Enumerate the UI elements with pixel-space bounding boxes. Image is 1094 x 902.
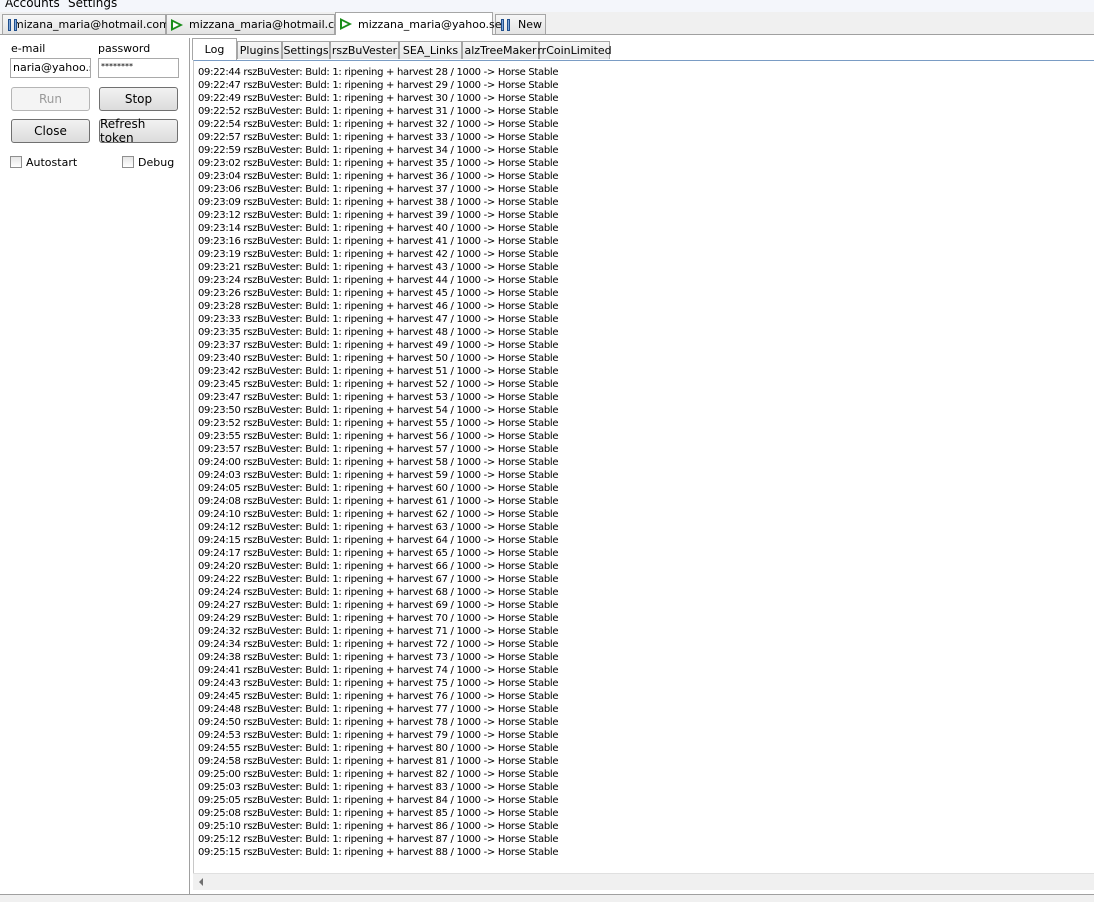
account-tab-mizzana-yahoo[interactable]: mizzana_maria@yahoo.se — [335, 12, 502, 35]
account-tab-label: mizzana_maria@hotmail.com — [189, 18, 352, 31]
log-line: 09:23:35 rszBuVester: Buld: 1: ripening … — [198, 327, 559, 338]
log-line: 09:22:44 rszBuVester: Buld: 1: ripening … — [198, 67, 559, 78]
log-line: 09:23:06 rszBuVester: Buld: 1: ripening … — [198, 184, 559, 195]
tab-plugins[interactable]: Plugins — [237, 41, 282, 59]
log-line: 09:24:58 rszBuVester: Buld: 1: ripening … — [198, 756, 559, 767]
log-line: 09:25:05 rszBuVester: Buld: 1: ripening … — [198, 795, 559, 806]
log-line: 09:24:20 rszBuVester: Buld: 1: ripening … — [198, 561, 559, 572]
log-line: 09:23:26 rszBuVester: Buld: 1: ripening … — [198, 288, 559, 299]
debug-label: Debug — [138, 156, 175, 169]
log-line: 09:22:52 rszBuVester: Buld: 1: ripening … — [198, 106, 559, 117]
run-button[interactable]: Run — [11, 87, 90, 111]
log-line: 09:24:10 rszBuVester: Buld: 1: ripening … — [198, 509, 559, 520]
account-tab-mizana-hotmail[interactable]: mizana_maria@hotmail.com — [2, 14, 170, 34]
log-line: 09:23:14 rszBuVester: Buld: 1: ripening … — [198, 223, 559, 234]
log-line: 09:24:32 rszBuVester: Buld: 1: ripening … — [198, 626, 559, 637]
autostart-label: Autostart — [26, 156, 78, 169]
log-line: 09:25:15 rszBuVester: Buld: 1: ripening … — [198, 847, 559, 858]
log-line: 09:23:09 rszBuVester: Buld: 1: ripening … — [198, 197, 559, 208]
tab-alztreemaker[interactable]: alzTreeMaker — [462, 41, 539, 59]
close-button[interactable]: Close — [11, 119, 90, 143]
log-line: 09:25:10 rszBuVester: Buld: 1: ripening … — [198, 821, 559, 832]
account-tab-mizzana-hotmail[interactable]: mizzana_maria@hotmail.com — [166, 14, 352, 34]
debug-checkbox[interactable] — [122, 156, 134, 168]
log-line: 09:23:21 rszBuVester: Buld: 1: ripening … — [198, 262, 559, 273]
log-line: 09:23:24 rszBuVester: Buld: 1: ripening … — [198, 275, 559, 286]
log-line: 09:25:08 rszBuVester: Buld: 1: ripening … — [198, 808, 559, 819]
log-line: 09:24:38 rszBuVester: Buld: 1: ripening … — [198, 652, 559, 663]
log-line: 09:23:28 rszBuVester: Buld: 1: ripening … — [198, 301, 559, 312]
log-line: 09:24:45 rszBuVester: Buld: 1: ripening … — [198, 691, 559, 702]
log-line: 09:24:22 rszBuVester: Buld: 1: ripening … — [198, 574, 559, 585]
log-line: 09:24:50 rszBuVester: Buld: 1: ripening … — [198, 717, 559, 728]
log-line: 09:24:43 rszBuVester: Buld: 1: ripening … — [198, 678, 559, 689]
log-line: 09:24:15 rszBuVester: Buld: 1: ripening … — [198, 535, 559, 546]
log-line: 09:25:03 rszBuVester: Buld: 1: ripening … — [198, 782, 559, 793]
log-line: 09:23:57 rszBuVester: Buld: 1: ripening … — [198, 444, 559, 455]
play-icon — [340, 18, 352, 30]
account-tab-new[interactable]: New — [495, 14, 546, 34]
log-line: 09:23:12 rszBuVester: Buld: 1: ripening … — [198, 210, 559, 221]
log-line: 09:24:24 rszBuVester: Buld: 1: ripening … — [198, 587, 559, 598]
log-line: 09:23:16 rszBuVester: Buld: 1: ripening … — [198, 236, 559, 247]
play-icon — [171, 18, 183, 31]
status-bar — [0, 894, 1094, 902]
log-line: 09:24:17 rszBuVester: Buld: 1: ripening … — [198, 548, 559, 559]
menu-accounts[interactable]: Accounts — [5, 0, 60, 10]
log-line: 09:22:49 rszBuVester: Buld: 1: ripening … — [198, 93, 559, 104]
email-label: e-mail — [11, 42, 46, 55]
account-tab-label: mizana_maria@hotmail.com — [13, 18, 170, 31]
tab-rszbuvester[interactable]: rszBuVester — [330, 41, 399, 59]
log-line: 09:23:42 rszBuVester: Buld: 1: ripening … — [198, 366, 559, 377]
log-line: 09:24:55 rszBuVester: Buld: 1: ripening … — [198, 743, 559, 754]
log-line: 09:24:27 rszBuVester: Buld: 1: ripening … — [198, 600, 559, 611]
menu-settings[interactable]: Settings — [68, 0, 117, 10]
log-line: 09:24:34 rszBuVester: Buld: 1: ripening … — [198, 639, 559, 650]
log-line: 09:23:47 rszBuVester: Buld: 1: ripening … — [198, 392, 559, 403]
log-line: 09:24:41 rszBuVester: Buld: 1: ripening … — [198, 665, 559, 676]
autostart-checkbox[interactable] — [10, 156, 22, 168]
log-line: 09:22:59 rszBuVester: Buld: 1: ripening … — [198, 145, 559, 156]
menu-bar: Accounts Settings — [0, 0, 1094, 12]
log-line: 09:23:02 rszBuVester: Buld: 1: ripening … — [198, 158, 559, 169]
stop-button[interactable]: Stop — [99, 87, 178, 111]
password-field[interactable]: ******** — [98, 58, 179, 78]
log-line: 09:24:00 rszBuVester: Buld: 1: ripening … — [198, 457, 559, 468]
log-line: 09:24:08 rszBuVester: Buld: 1: ripening … — [198, 496, 559, 507]
log-line: 09:25:12 rszBuVester: Buld: 1: ripening … — [198, 834, 559, 845]
account-tab-strip: mizana_maria@hotmail.com mizzana_maria@h… — [0, 12, 1094, 35]
log-line: 09:23:04 rszBuVester: Buld: 1: ripening … — [198, 171, 559, 182]
account-tab-label: mizzana_maria@yahoo.se — [358, 17, 502, 31]
log-line: 09:23:37 rszBuVester: Buld: 1: ripening … — [198, 340, 559, 351]
scroll-left-arrow-icon[interactable] — [199, 878, 203, 886]
tab-rrcoinlimited[interactable]: rrCoinLimited — [537, 41, 612, 59]
tab-sea-links[interactable]: SEA_Links — [399, 41, 462, 59]
log-line: 09:23:50 rszBuVester: Buld: 1: ripening … — [198, 405, 559, 416]
log-line: 09:23:40 rszBuVester: Buld: 1: ripening … — [198, 353, 559, 364]
log-line: 09:23:19 rszBuVester: Buld: 1: ripening … — [198, 249, 559, 260]
log-line: 09:24:05 rszBuVester: Buld: 1: ripening … — [198, 483, 559, 494]
log-line: 09:24:29 rszBuVester: Buld: 1: ripening … — [198, 613, 559, 624]
log-line: 09:25:00 rszBuVester: Buld: 1: ripening … — [198, 769, 559, 780]
log-line: 09:24:12 rszBuVester: Buld: 1: ripening … — [198, 522, 559, 533]
log-line: 09:22:54 rszBuVester: Buld: 1: ripening … — [198, 119, 559, 130]
log-line: 09:22:57 rszBuVester: Buld: 1: ripening … — [198, 132, 559, 143]
account-tab-label: New — [518, 18, 542, 31]
log-line: 09:24:48 rszBuVester: Buld: 1: ripening … — [198, 704, 559, 715]
password-label: password — [98, 42, 151, 55]
log-line: 09:23:55 rszBuVester: Buld: 1: ripening … — [198, 431, 559, 442]
log-line: 09:23:45 rszBuVester: Buld: 1: ripening … — [198, 379, 559, 390]
tab-log[interactable]: Log — [192, 38, 237, 60]
email-field[interactable]: naria@yahoo.se — [10, 58, 91, 78]
horizontal-scrollbar[interactable] — [193, 873, 1094, 890]
refresh-token-button[interactable]: Refresh token — [99, 117, 178, 145]
log-line: 09:24:03 rszBuVester: Buld: 1: ripening … — [198, 470, 559, 481]
log-output[interactable]: 09:22:44 rszBuVester: Buld: 1: ripening … — [193, 60, 1094, 880]
tab-settings[interactable]: Settings — [282, 41, 330, 59]
log-line: 09:23:52 rszBuVester: Buld: 1: ripening … — [198, 418, 559, 429]
log-line: 09:22:47 rszBuVester: Buld: 1: ripening … — [198, 80, 559, 91]
log-line: 09:23:33 rszBuVester: Buld: 1: ripening … — [198, 314, 559, 325]
log-line: 09:24:53 rszBuVester: Buld: 1: ripening … — [198, 730, 559, 741]
